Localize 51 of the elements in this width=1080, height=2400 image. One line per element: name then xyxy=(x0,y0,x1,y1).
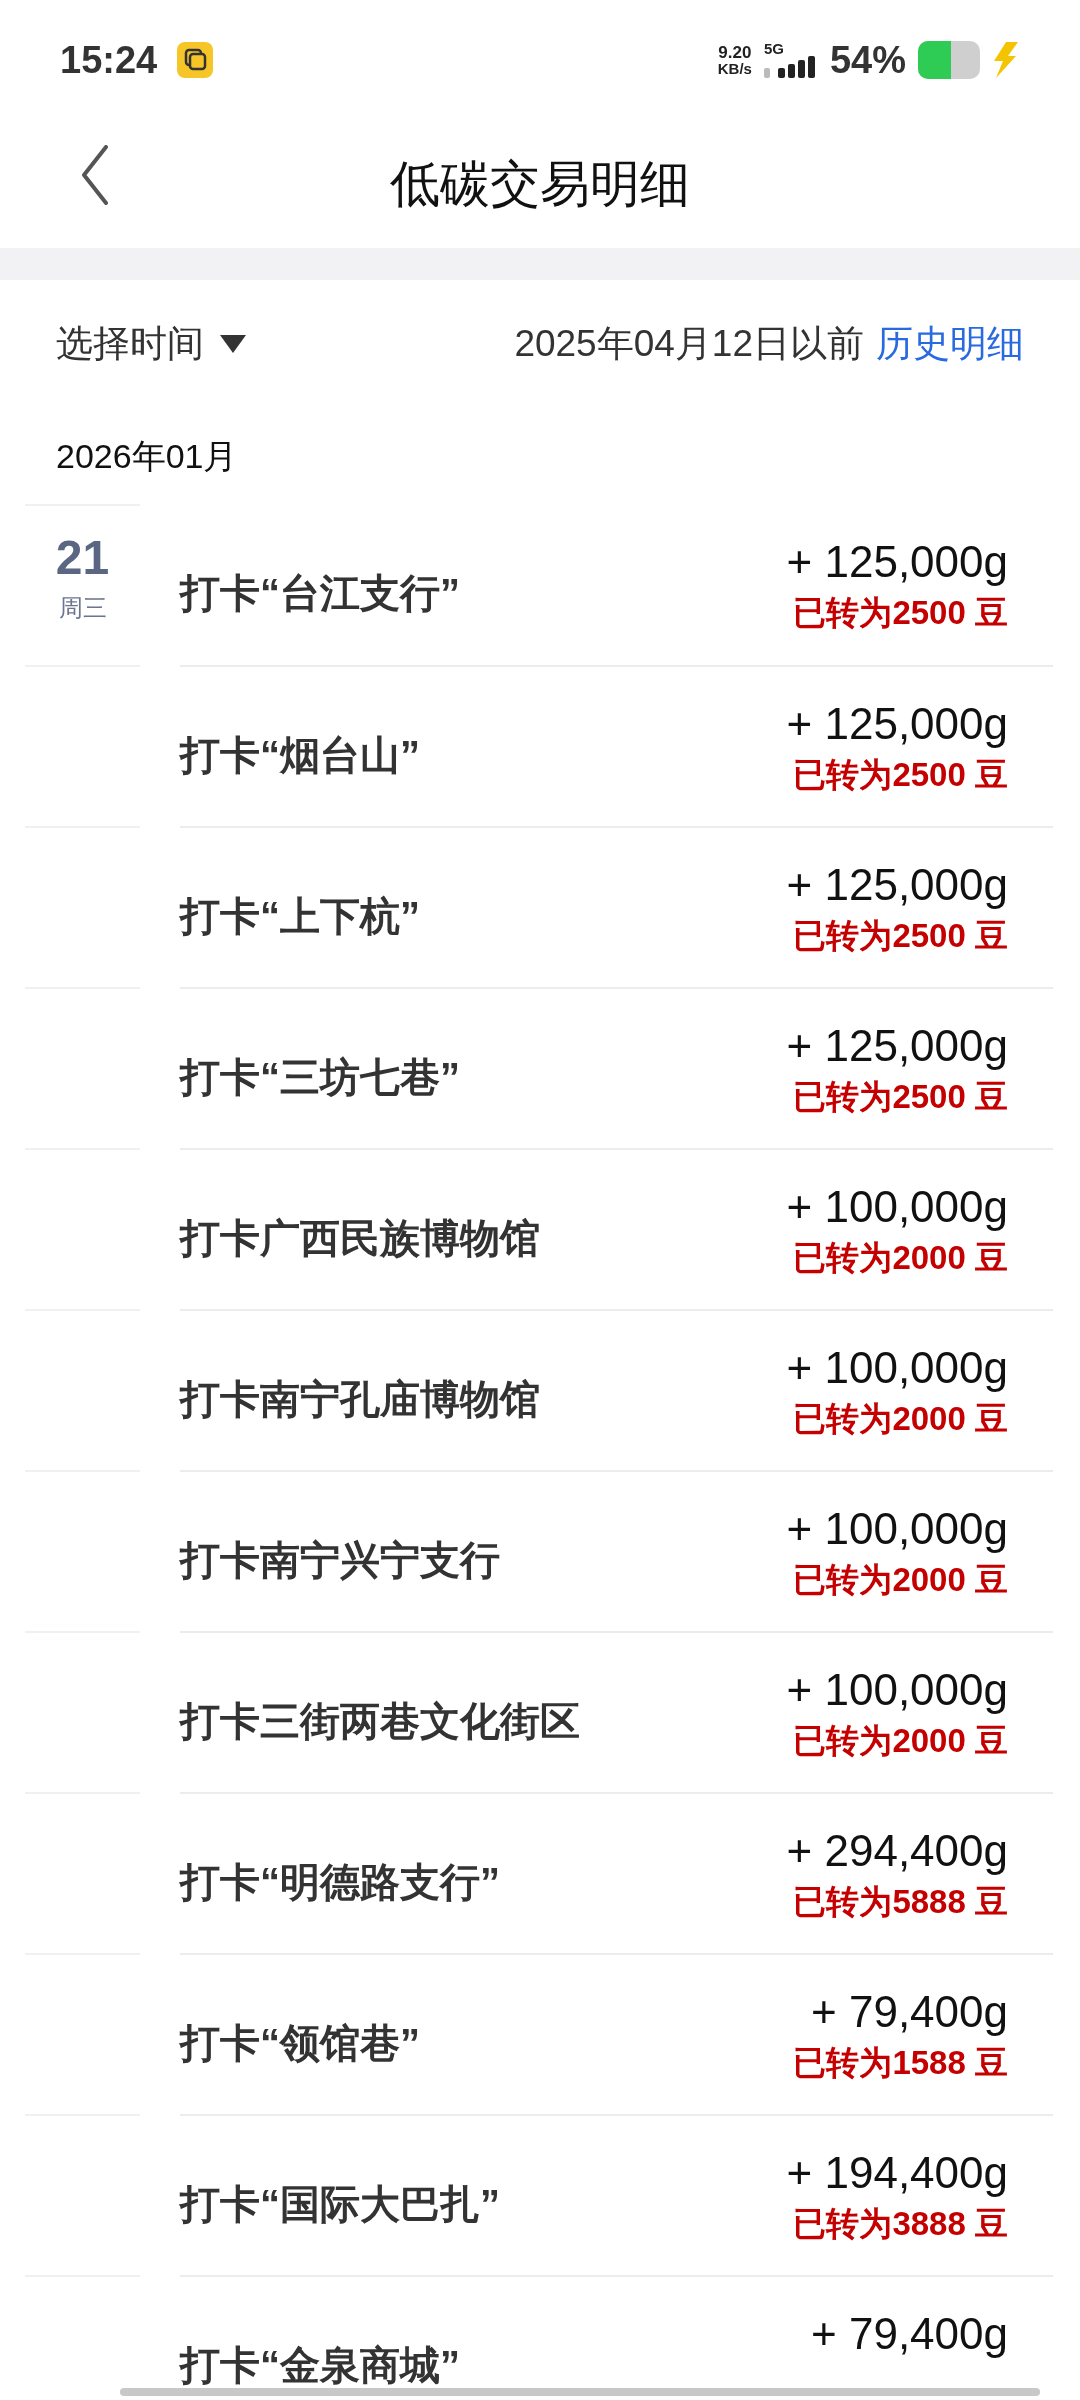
carbon-amount: + 100,000g xyxy=(786,1507,1008,1551)
transaction-name: 打卡“明德路支行” xyxy=(180,1858,500,1906)
transaction-name: 打卡“国际大巴扎” xyxy=(180,2180,500,2228)
carbon-amount: + 125,000g xyxy=(786,863,1008,907)
time-select-dropdown[interactable]: 选择时间 xyxy=(56,316,246,372)
converted-beans: 已转为5888 豆 xyxy=(793,1885,1008,1918)
transaction-name: 打卡“金泉商城” xyxy=(180,2341,460,2389)
carbon-amount: + 125,000g xyxy=(786,702,1008,746)
page-title: 低碳交易明细 xyxy=(390,154,690,214)
converted-beans: 已转为2000 豆 xyxy=(793,1241,1008,1274)
converted-beans: 已转为1588 豆 xyxy=(793,2046,1008,2079)
carbon-amount: + 125,000g xyxy=(786,540,1008,584)
weekday-label: 周三 xyxy=(58,593,107,623)
app-notification-icon xyxy=(177,42,214,78)
network-type: 5G xyxy=(763,40,785,56)
carbon-amount: + 100,000g xyxy=(786,1346,1008,1390)
carbon-amount: + 100,000g xyxy=(786,1668,1008,1712)
transaction-name: 打卡“三坊七巷” xyxy=(180,1053,460,1101)
converted-beans: 已转为2500 豆 xyxy=(793,596,1008,629)
converted-beans: 已转为2000 豆 xyxy=(793,1724,1008,1757)
history-link[interactable]: 历史明细 xyxy=(876,316,1024,372)
battery-icon xyxy=(918,41,980,79)
carbon-amount: + 294,400g xyxy=(786,1829,1008,1873)
transaction-name: 打卡南宁孔庙博物馆 xyxy=(180,1375,540,1423)
net-speed: 9.20 xyxy=(718,44,752,61)
transaction-name: 打卡“领馆巷” xyxy=(180,2019,420,2067)
day-number: 21 xyxy=(55,534,110,582)
transaction-name: 打卡三街两巷文化街区 xyxy=(180,1697,580,1745)
converted-beans: 已转为2500 豆 xyxy=(793,919,1008,952)
signal-icon xyxy=(763,55,818,80)
status-time: 15:24 xyxy=(60,37,158,83)
battery-percent: 54% xyxy=(829,37,906,83)
transaction-name: 打卡广西民族博物馆 xyxy=(180,1214,540,1262)
converted-beans: 已转为2000 豆 xyxy=(793,1563,1008,1596)
converted-beans: 已转为2000 豆 xyxy=(793,1402,1008,1435)
transaction-name: 打卡“烟台山” xyxy=(180,731,420,779)
transaction-name: 打卡“台江支行” xyxy=(180,569,460,617)
carbon-amount: + 79,400g xyxy=(811,2312,1008,2356)
converted-beans: 已转为3888 豆 xyxy=(793,2207,1008,2240)
carbon-amount: + 125,000g xyxy=(786,1024,1008,1068)
transaction-name: 打卡“上下杭” xyxy=(180,892,420,940)
carbon-amount: + 100,000g xyxy=(786,1185,1008,1229)
dropdown-triangle-icon xyxy=(220,335,246,353)
converted-beans: 已转为2500 豆 xyxy=(793,758,1008,791)
month-label: 2026年01月 xyxy=(56,435,238,477)
history-note: 2025年04月12日以前 xyxy=(514,322,864,367)
converted-beans: 已转为2500 豆 xyxy=(793,1080,1008,1113)
transaction-name: 打卡南宁兴宁支行 xyxy=(180,1536,500,1584)
net-speed-unit: KB/s xyxy=(717,61,752,76)
carbon-amount: + 194,400g xyxy=(786,2151,1008,2195)
carbon-amount: + 79,400g xyxy=(811,1990,1008,2034)
